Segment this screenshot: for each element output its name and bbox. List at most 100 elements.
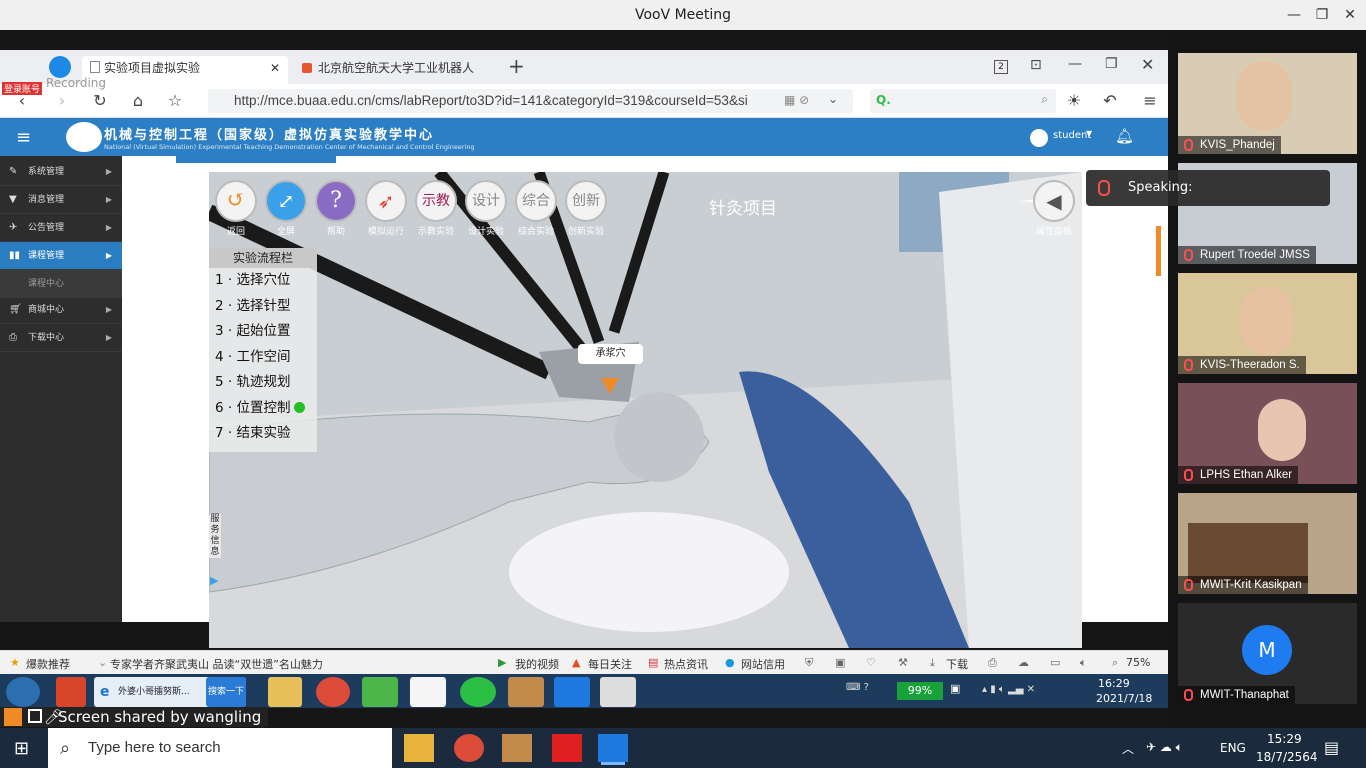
tray-status-icons[interactable]: ✈ ☁ 🔈︎	[1146, 740, 1183, 755]
participant-video[interactable]: KVIS-Theeradon S.	[1178, 273, 1357, 374]
start-orb-icon[interactable]	[6, 677, 40, 707]
status-item[interactable]: 下载	[946, 656, 968, 672]
tab-count-badge[interactable]: 2	[994, 60, 1008, 74]
simulate-button[interactable]: ➶ 模拟运行	[365, 180, 407, 237]
news-link[interactable]: 专家学者齐聚武夷山 品读“双世遗”名山魅力	[110, 656, 323, 672]
wechat-icon[interactable]	[362, 677, 398, 707]
sidebar-subitem-course-center[interactable]: 课程中心	[0, 270, 122, 298]
cloud-icon[interactable]: ☁	[1018, 656, 1029, 669]
tool-icon[interactable]: ⚒	[898, 656, 908, 669]
status-item[interactable]: 每日关注	[588, 656, 632, 672]
user-avatar[interactable]	[1030, 129, 1048, 147]
clock-time[interactable]: 15:29	[1267, 732, 1302, 746]
sidebar-item-downloads[interactable]: ⎙ 下载中心 ▶	[0, 324, 122, 352]
step-item[interactable]: 5 · 轨迹规划	[209, 370, 317, 396]
close-icon[interactable]: ✕	[1334, 0, 1366, 30]
properties-panel-button[interactable]: ◀ 属性面板	[1033, 180, 1075, 237]
help-button[interactable]: ? 帮助	[315, 180, 357, 237]
search-input[interactable]: Q. ⌕	[870, 89, 1056, 113]
step-item[interactable]: 2 · 选择针型	[209, 294, 317, 320]
step-item[interactable]: 7 · 结束实验	[209, 421, 317, 447]
service-info-tab[interactable]: 服务信息	[209, 514, 221, 558]
printer-icon[interactable]: ⎙	[988, 656, 997, 670]
step-item-active[interactable]: 6 · 位置控制	[209, 396, 317, 422]
tab-lab[interactable]: 实验项目虚拟实验 ✕	[82, 56, 288, 84]
brightness-icon[interactable]: ☀	[1060, 86, 1088, 116]
address-bar[interactable]: http://mce.buaa.edu.cn/cms/labReport/to3…	[208, 89, 853, 113]
tray-system-icons[interactable]: ▴ ▮ 🔈︎ ▂▄ ✕	[982, 684, 1035, 695]
return-button[interactable]: ↺ 返回	[215, 180, 257, 237]
undo-icon[interactable]: ↶	[1096, 86, 1124, 116]
window-app-icon[interactable]	[600, 677, 636, 707]
status-item[interactable]: 我的视频	[515, 656, 559, 672]
folder-icon[interactable]	[268, 677, 302, 707]
recommend-link[interactable]: 爆款推荐	[26, 656, 70, 672]
voov-icon[interactable]	[554, 677, 590, 707]
expand-arrow-icon[interactable]: ▶	[210, 574, 218, 587]
browser-icon[interactable]	[460, 677, 496, 707]
chrome-icon[interactable]	[316, 677, 350, 707]
pdf-icon[interactable]	[552, 734, 582, 762]
windows-start-icon[interactable]: ⊞	[14, 738, 29, 759]
app-icon[interactable]	[56, 677, 86, 707]
sidebar-item-courses[interactable]: ▮▮ 课程管理 ▶	[0, 242, 122, 270]
sidebar-item-messages[interactable]: ▼ 消息管理 ▶	[0, 186, 122, 214]
bell-icon[interactable]: 🔔︎	[1115, 127, 1134, 145]
simulation-viewer[interactable]: ↺ 返回 ⤢ 全屏 ? 帮助 ➶ 模拟运行 示教 示教实验 设计 设计实验 综合 综合实验 创…	[209, 172, 1082, 648]
participant-video[interactable]: M MWIT-Thanaphat	[1178, 603, 1357, 704]
step-item[interactable]: 3 · 起始位置	[209, 319, 317, 345]
speaker-icon[interactable]: 🔈︎	[1080, 656, 1087, 670]
sidebar-item-system[interactable]: ✎ 系统管理 ▶	[0, 158, 122, 186]
teaching-experiment-button[interactable]: 示教 示教实验	[415, 180, 457, 237]
close-icon[interactable]: ✕	[1141, 55, 1154, 74]
search-button[interactable]: 搜索一下	[206, 677, 246, 707]
menu-icon[interactable]: ≡	[1136, 86, 1164, 116]
star-icon[interactable]: ☆	[161, 86, 189, 116]
clock-date[interactable]: 18/7/2564	[1256, 750, 1318, 764]
tab-buaa[interactable]: 北京航空航天大学工业机器人	[296, 56, 492, 84]
restore-icon[interactable]: ❐	[1105, 56, 1118, 72]
innovation-experiment-button[interactable]: 创新 创新实验	[565, 180, 607, 237]
tray-icons[interactable]: ⌨ ?	[846, 682, 869, 693]
sidebar-item-shop[interactable]: 🛒︎ 商城中心 ▶	[0, 296, 122, 324]
sidebar-item-notices[interactable]: ✈ 公告管理 ▶	[0, 214, 122, 242]
reader-icon[interactable]: ▦ ⊘	[784, 93, 809, 107]
voov-icon[interactable]	[598, 734, 628, 762]
heart-icon[interactable]: ♡	[866, 656, 876, 669]
participant-video[interactable]: MWIT-Krit Kasikpan	[1178, 493, 1357, 594]
home-icon[interactable]: ⌂	[124, 86, 152, 116]
notification-icon[interactable]: ▤	[1324, 738, 1339, 757]
step-item[interactable]: 1 · 选择穴位	[209, 268, 317, 294]
chevron-down-icon[interactable]: ▼	[1086, 129, 1092, 138]
wps-icon[interactable]	[410, 677, 446, 707]
zoom-level[interactable]: 75%	[1126, 656, 1150, 669]
reload-icon[interactable]: ↻	[86, 86, 114, 116]
menu-toggle-icon[interactable]: ≡	[16, 127, 31, 148]
login-badge[interactable]: 登录账号	[2, 82, 43, 95]
scrollbar-thumb[interactable]	[1156, 226, 1161, 276]
participant-video[interactable]: KVIS_Phandej	[1178, 53, 1357, 154]
status-item[interactable]: 热点资讯	[664, 656, 708, 672]
shield-icon[interactable]: ⛨	[805, 656, 813, 670]
comprehensive-experiment-button[interactable]: 综合 综合实验	[515, 180, 557, 237]
chevron-down-icon[interactable]: ⌄	[828, 92, 838, 106]
image-icon[interactable]: ▣	[835, 656, 845, 669]
forward-icon[interactable]: ›	[48, 86, 76, 116]
paint-icon[interactable]	[508, 677, 544, 707]
step-item[interactable]: 4 · 工作空间	[209, 345, 317, 371]
window-icon[interactable]: ▭	[1050, 656, 1060, 669]
file-explorer-icon[interactable]	[404, 734, 434, 762]
close-tab-icon[interactable]: ✕	[270, 56, 280, 80]
windows-search-box[interactable]: ⌕ Type here to search	[48, 728, 392, 768]
paint-icon[interactable]	[502, 734, 532, 762]
shirt-icon[interactable]: ⊡	[1030, 57, 1042, 73]
search-icon[interactable]: ⌕	[1041, 92, 1048, 107]
language-indicator[interactable]: ENG	[1220, 741, 1246, 755]
design-experiment-button[interactable]: 设计 设计实验	[465, 180, 507, 237]
new-tab-button[interactable]: +	[508, 54, 525, 78]
participant-video[interactable]: LPHS Ethan Alker	[1178, 383, 1357, 484]
tray-overflow-icon[interactable]: ︿	[1122, 740, 1134, 757]
minimize-icon[interactable]: —	[1068, 56, 1082, 72]
status-item[interactable]: 网站信用	[741, 656, 785, 672]
chrome-icon[interactable]	[454, 734, 484, 762]
